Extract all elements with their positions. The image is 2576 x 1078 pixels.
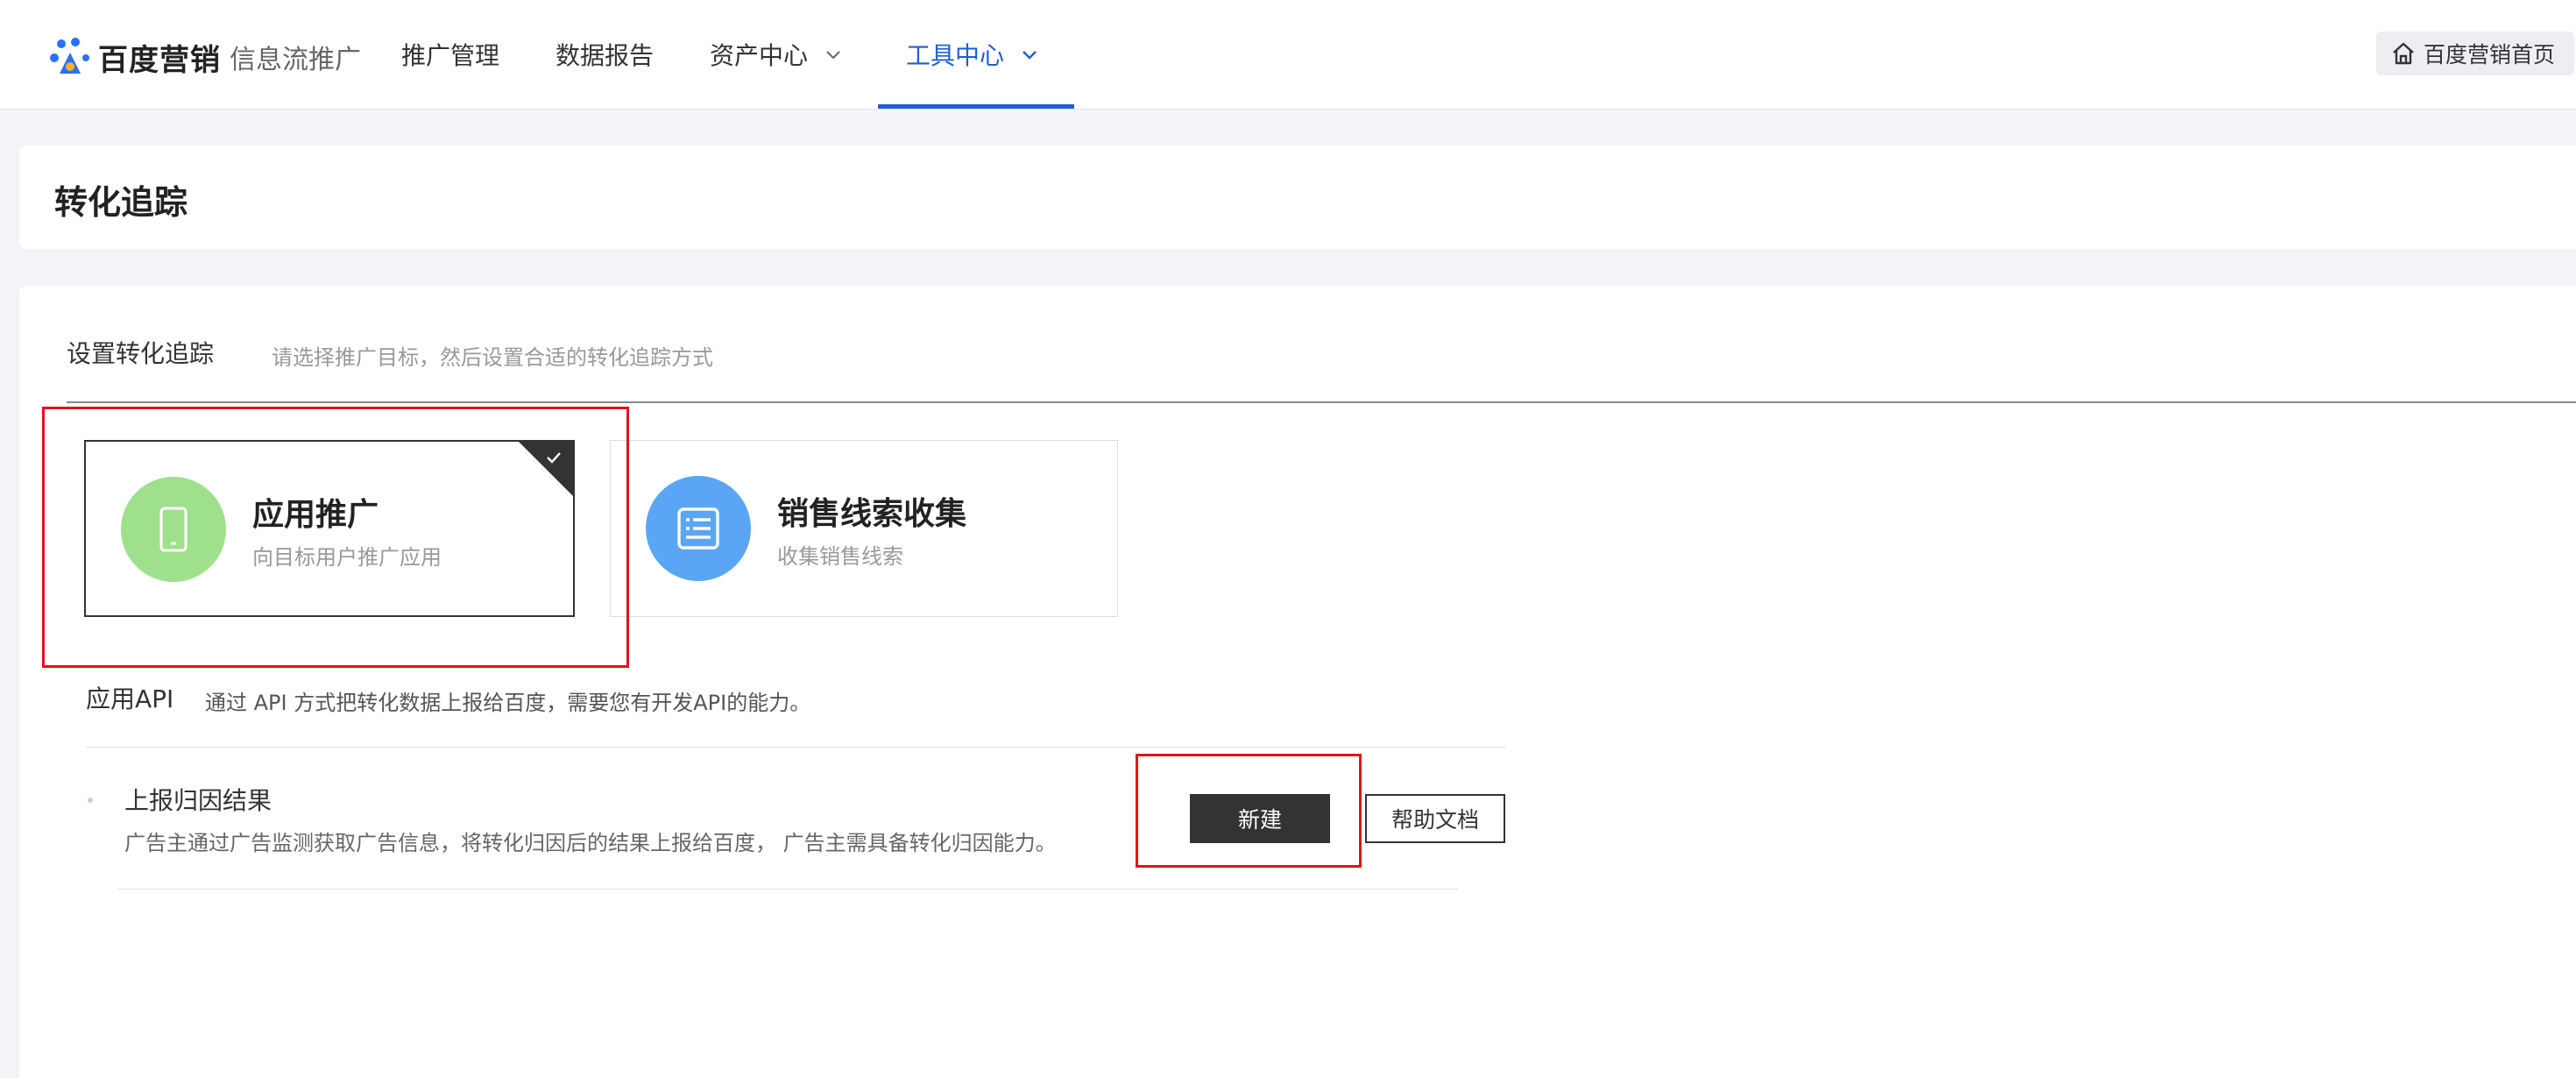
page-title: 转化追踪 (54, 183, 188, 222)
conversion-setup-panel: 设置转化追踪 请选择推广目标，然后设置合适的转化追踪方式 应用推广 向目标用户推… (19, 286, 2576, 1078)
bullet-dot (88, 798, 93, 803)
page-title-card: 转化追踪 (19, 145, 2576, 249)
nav-label: 工具中心 (906, 41, 1005, 70)
highlight-box-selected-option (42, 407, 629, 668)
nav-item-asset-center[interactable]: 资产中心 (710, 0, 843, 109)
home-button-label: 百度营销首页 (2424, 42, 2556, 67)
list-document-icon (677, 507, 719, 550)
nav-label: 推广管理 (401, 41, 500, 70)
report-attribution-description: 广告主通过广告监测获取广告信息，将转化归因后的结果上报给百度， 广告主需具备转化… (124, 831, 1057, 855)
nav-label: 资产中心 (710, 41, 809, 70)
active-tab-indicator (878, 104, 1074, 109)
baidu-marketing-home-button[interactable]: 百度营销首页 (2376, 32, 2574, 75)
top-navigation-bar: 百度营销 信息流推广 推广管理 数据报告 资产中心 工具中心 百度营销首页 (0, 0, 2576, 110)
home-icon (2393, 42, 2414, 65)
option-subtitle: 收集销售线索 (777, 544, 903, 569)
nav-item-tool-center[interactable]: 工具中心 (906, 0, 1039, 109)
option-title: 销售线索收集 (777, 496, 967, 532)
highlight-box-new-button (1136, 754, 1362, 868)
divider (67, 401, 2576, 403)
divider (117, 889, 1458, 890)
help-docs-button[interactable]: 帮助文档 (1365, 794, 1505, 843)
section-description: 请选择推广目标，然后设置合适的转化追踪方式 (272, 345, 713, 370)
nav-item-data-report[interactable]: 数据报告 (556, 0, 654, 109)
option-icon-circle (646, 476, 751, 581)
divider (86, 747, 1505, 748)
section-title: 设置转化追踪 (67, 339, 215, 368)
chevron-down-icon (1023, 51, 1037, 60)
chevron-down-icon (826, 51, 840, 60)
baidu-paw-icon (50, 38, 89, 74)
logo[interactable]: 百度营销 信息流推广 (49, 35, 361, 79)
product-name: 信息流推广 (230, 45, 361, 75)
report-attribution-title: 上报归因结果 (124, 786, 272, 815)
api-section-description: 通过 API 方式把转化数据上报给百度，需要您有开发API的能力。 (205, 691, 811, 715)
api-section-label: 应用API (86, 684, 174, 713)
option-card-sales-leads[interactable]: 销售线索收集 收集销售线索 (610, 440, 1118, 617)
nav-item-campaign-management[interactable]: 推广管理 (401, 0, 499, 109)
nav-label: 数据报告 (556, 41, 655, 70)
brand-name: 百度营销 (98, 42, 221, 78)
